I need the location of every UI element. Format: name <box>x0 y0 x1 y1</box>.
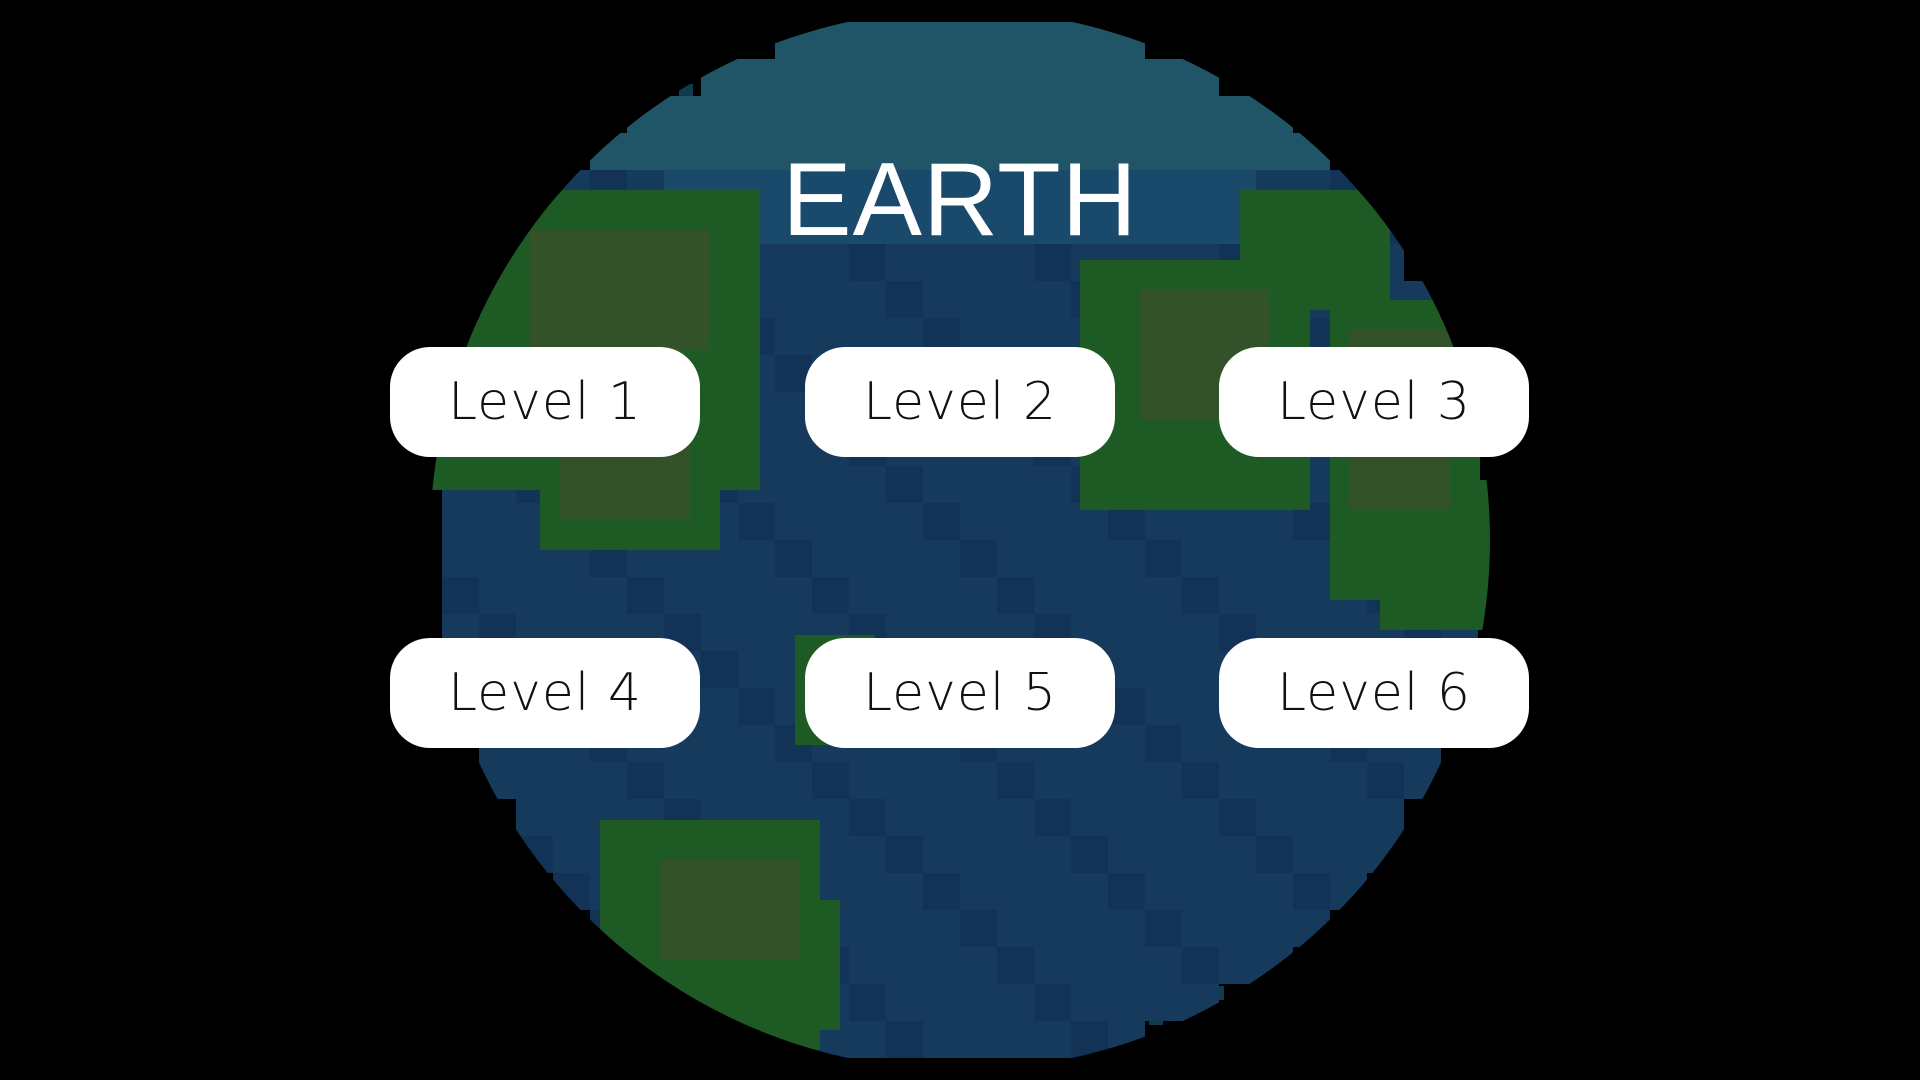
planet-title: EARTH <box>782 142 1138 258</box>
game-scene: EARTH Level 1 Level 2 Level 3 Level 4 Le… <box>0 0 1920 1080</box>
level-4-button[interactable]: Level 4 <box>390 638 700 748</box>
level-5-button[interactable]: Level 5 <box>805 638 1115 748</box>
level-3-button[interactable]: Level 3 <box>1219 347 1529 457</box>
level-6-button[interactable]: Level 6 <box>1219 638 1529 748</box>
level-1-button[interactable]: Level 1 <box>390 347 700 457</box>
level-2-button[interactable]: Level 2 <box>805 347 1115 457</box>
